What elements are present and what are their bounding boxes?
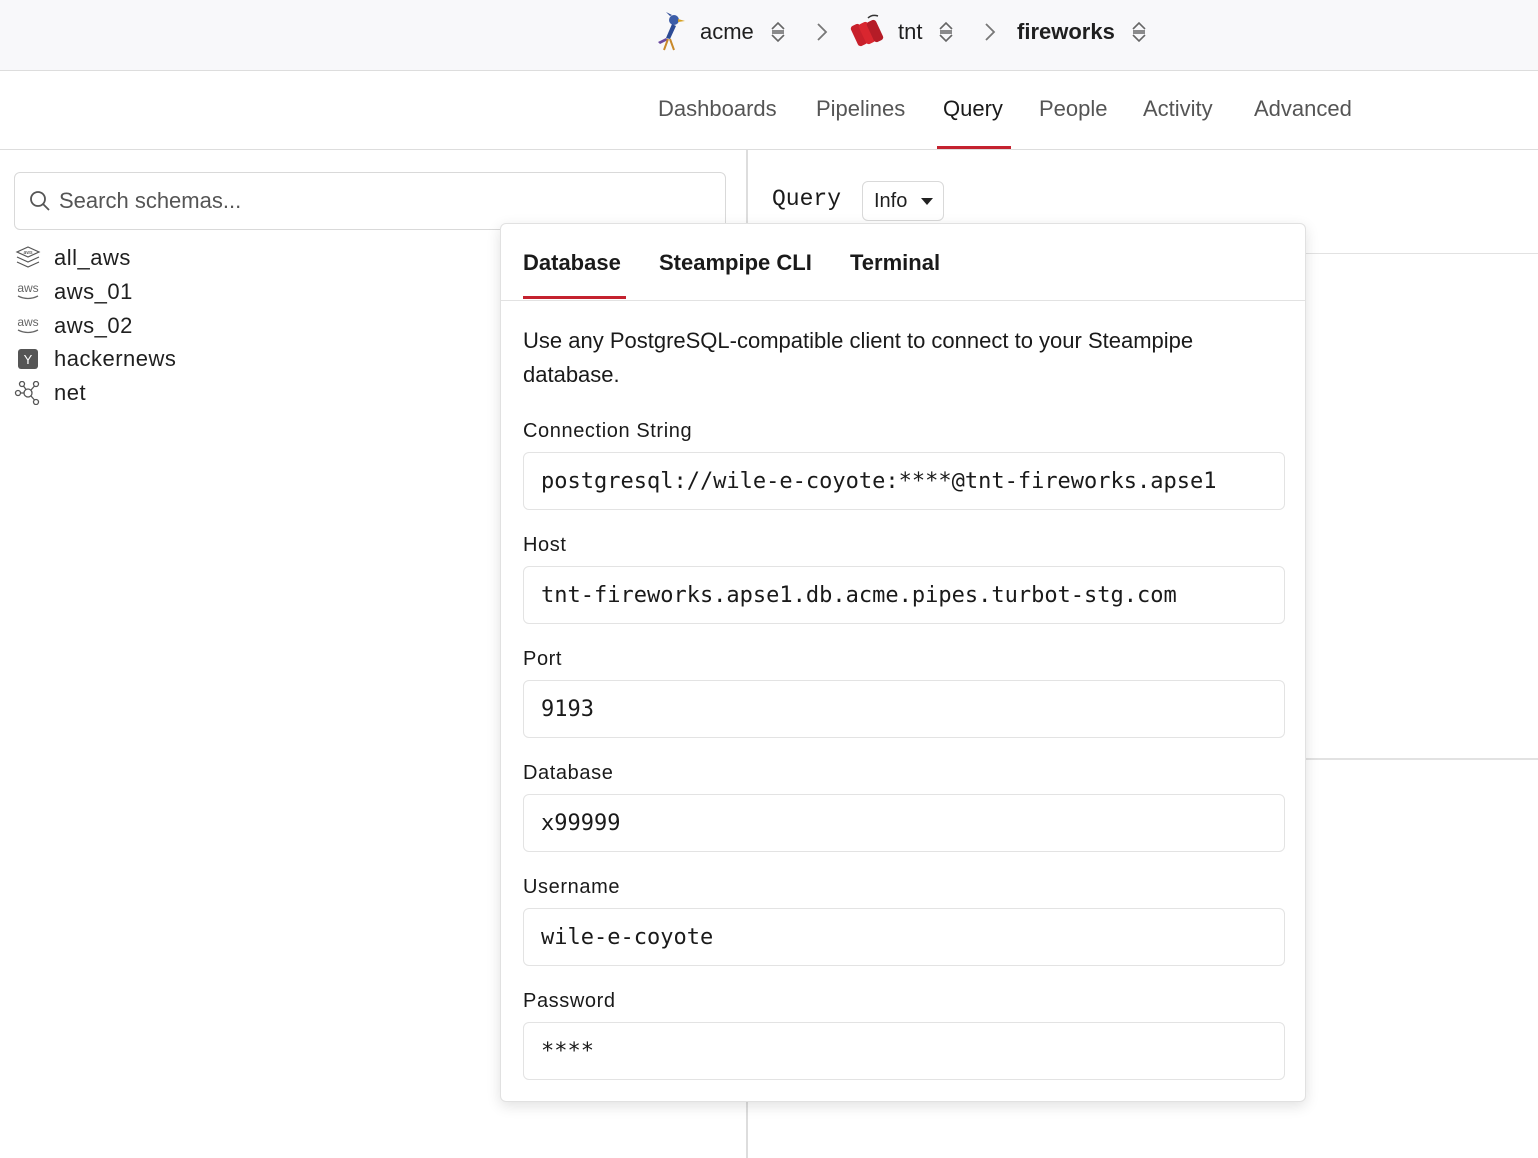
caret-down-icon (921, 197, 934, 205)
tab-advanced[interactable]: Advanced (1254, 96, 1352, 122)
svg-text:aws: aws (17, 315, 38, 329)
active-popup-tab-indicator (523, 296, 626, 299)
org-switcher[interactable]: acme (650, 10, 786, 54)
connection-string-field[interactable]: postgresql://wile-e-coyote:****@tnt-fire… (523, 452, 1285, 510)
info-dropdown-button[interactable]: Info (862, 181, 944, 221)
host-label: Host (523, 534, 567, 556)
database-label: Database (523, 762, 614, 784)
schema-name: aws_01 (54, 279, 133, 304)
connection-description: Use any PostgreSQL-compatible client to … (523, 328, 1194, 387)
svg-text:aws: aws (24, 250, 33, 256)
connection-info-popover: Database Steampipe CLI Terminal Use any … (500, 223, 1306, 1102)
chevron-right-icon (985, 23, 996, 41)
host-field[interactable]: tnt-fireworks.apse1.db.acme.pipes.turbot… (523, 566, 1285, 624)
port-field[interactable]: 9193 (523, 680, 1285, 738)
divider (1300, 758, 1538, 760)
popup-tab-terminal[interactable]: Terminal (850, 250, 940, 276)
main-nav: Dashboards Pipelines Query People Activi… (0, 71, 1538, 150)
hackernews-icon: Y (14, 347, 42, 371)
connection-string-label: Connection String (523, 420, 693, 442)
project-switcher[interactable]: fireworks (1007, 10, 1147, 54)
tab-pipelines[interactable]: Pipelines (816, 96, 905, 122)
tab-people[interactable]: People (1039, 96, 1108, 122)
chevron-right-icon (817, 23, 828, 41)
search-icon (30, 191, 50, 211)
roadrunner-avatar-icon (650, 12, 690, 52)
svg-text:Y: Y (24, 352, 33, 367)
top-bar: acme tnt fireworks (0, 0, 1538, 71)
workspace-switcher[interactable]: tnt (848, 10, 954, 54)
chevron-updown-icon (771, 21, 785, 43)
info-button-label: Info (874, 189, 908, 212)
port-label: Port (523, 648, 563, 670)
password-field[interactable]: **** (523, 1022, 1285, 1080)
workspace-name: tnt (898, 19, 923, 44)
schema-name: all_aws (54, 245, 131, 270)
username-field[interactable]: wile-e-coyote (523, 908, 1285, 966)
schema-name: hackernews (54, 346, 177, 371)
schema-item-aws-02[interactable]: aws aws_02 (14, 311, 133, 341)
tab-activity[interactable]: Activity (1143, 96, 1213, 122)
tnt-avatar-icon (848, 12, 888, 52)
schema-item-hackernews[interactable]: Y hackernews (14, 344, 176, 374)
project-name: fireworks (1017, 19, 1115, 44)
chevron-updown-icon (939, 21, 954, 43)
schema-search[interactable] (14, 172, 726, 230)
schema-name: net (54, 380, 87, 405)
search-input[interactable] (59, 188, 659, 214)
active-tab-indicator (937, 146, 1011, 149)
database-field[interactable]: x99999 (523, 794, 1285, 852)
schema-item-all-aws[interactable]: aws all_aws (14, 243, 131, 273)
org-name: acme (700, 19, 754, 44)
query-title: Query (772, 186, 842, 212)
popup-tab-database[interactable]: Database (523, 250, 621, 276)
svg-text:aws: aws (17, 281, 38, 295)
aws-icon: aws (14, 314, 42, 338)
chevron-updown-icon (1132, 21, 1146, 43)
aws-icon: aws (14, 280, 42, 304)
tab-dashboards[interactable]: Dashboards (658, 96, 777, 122)
tab-query[interactable]: Query (943, 96, 1003, 122)
password-label: Password (523, 990, 616, 1012)
schema-item-net[interactable]: net (14, 378, 86, 408)
network-icon (14, 381, 42, 405)
schema-item-aws-01[interactable]: aws aws_01 (14, 277, 133, 307)
popup-tab-steampipe-cli[interactable]: Steampipe CLI (659, 250, 812, 276)
schema-name: aws_02 (54, 313, 133, 338)
divider (501, 300, 1305, 301)
aws-aggregate-icon: aws (14, 246, 42, 270)
username-label: Username (523, 876, 621, 898)
